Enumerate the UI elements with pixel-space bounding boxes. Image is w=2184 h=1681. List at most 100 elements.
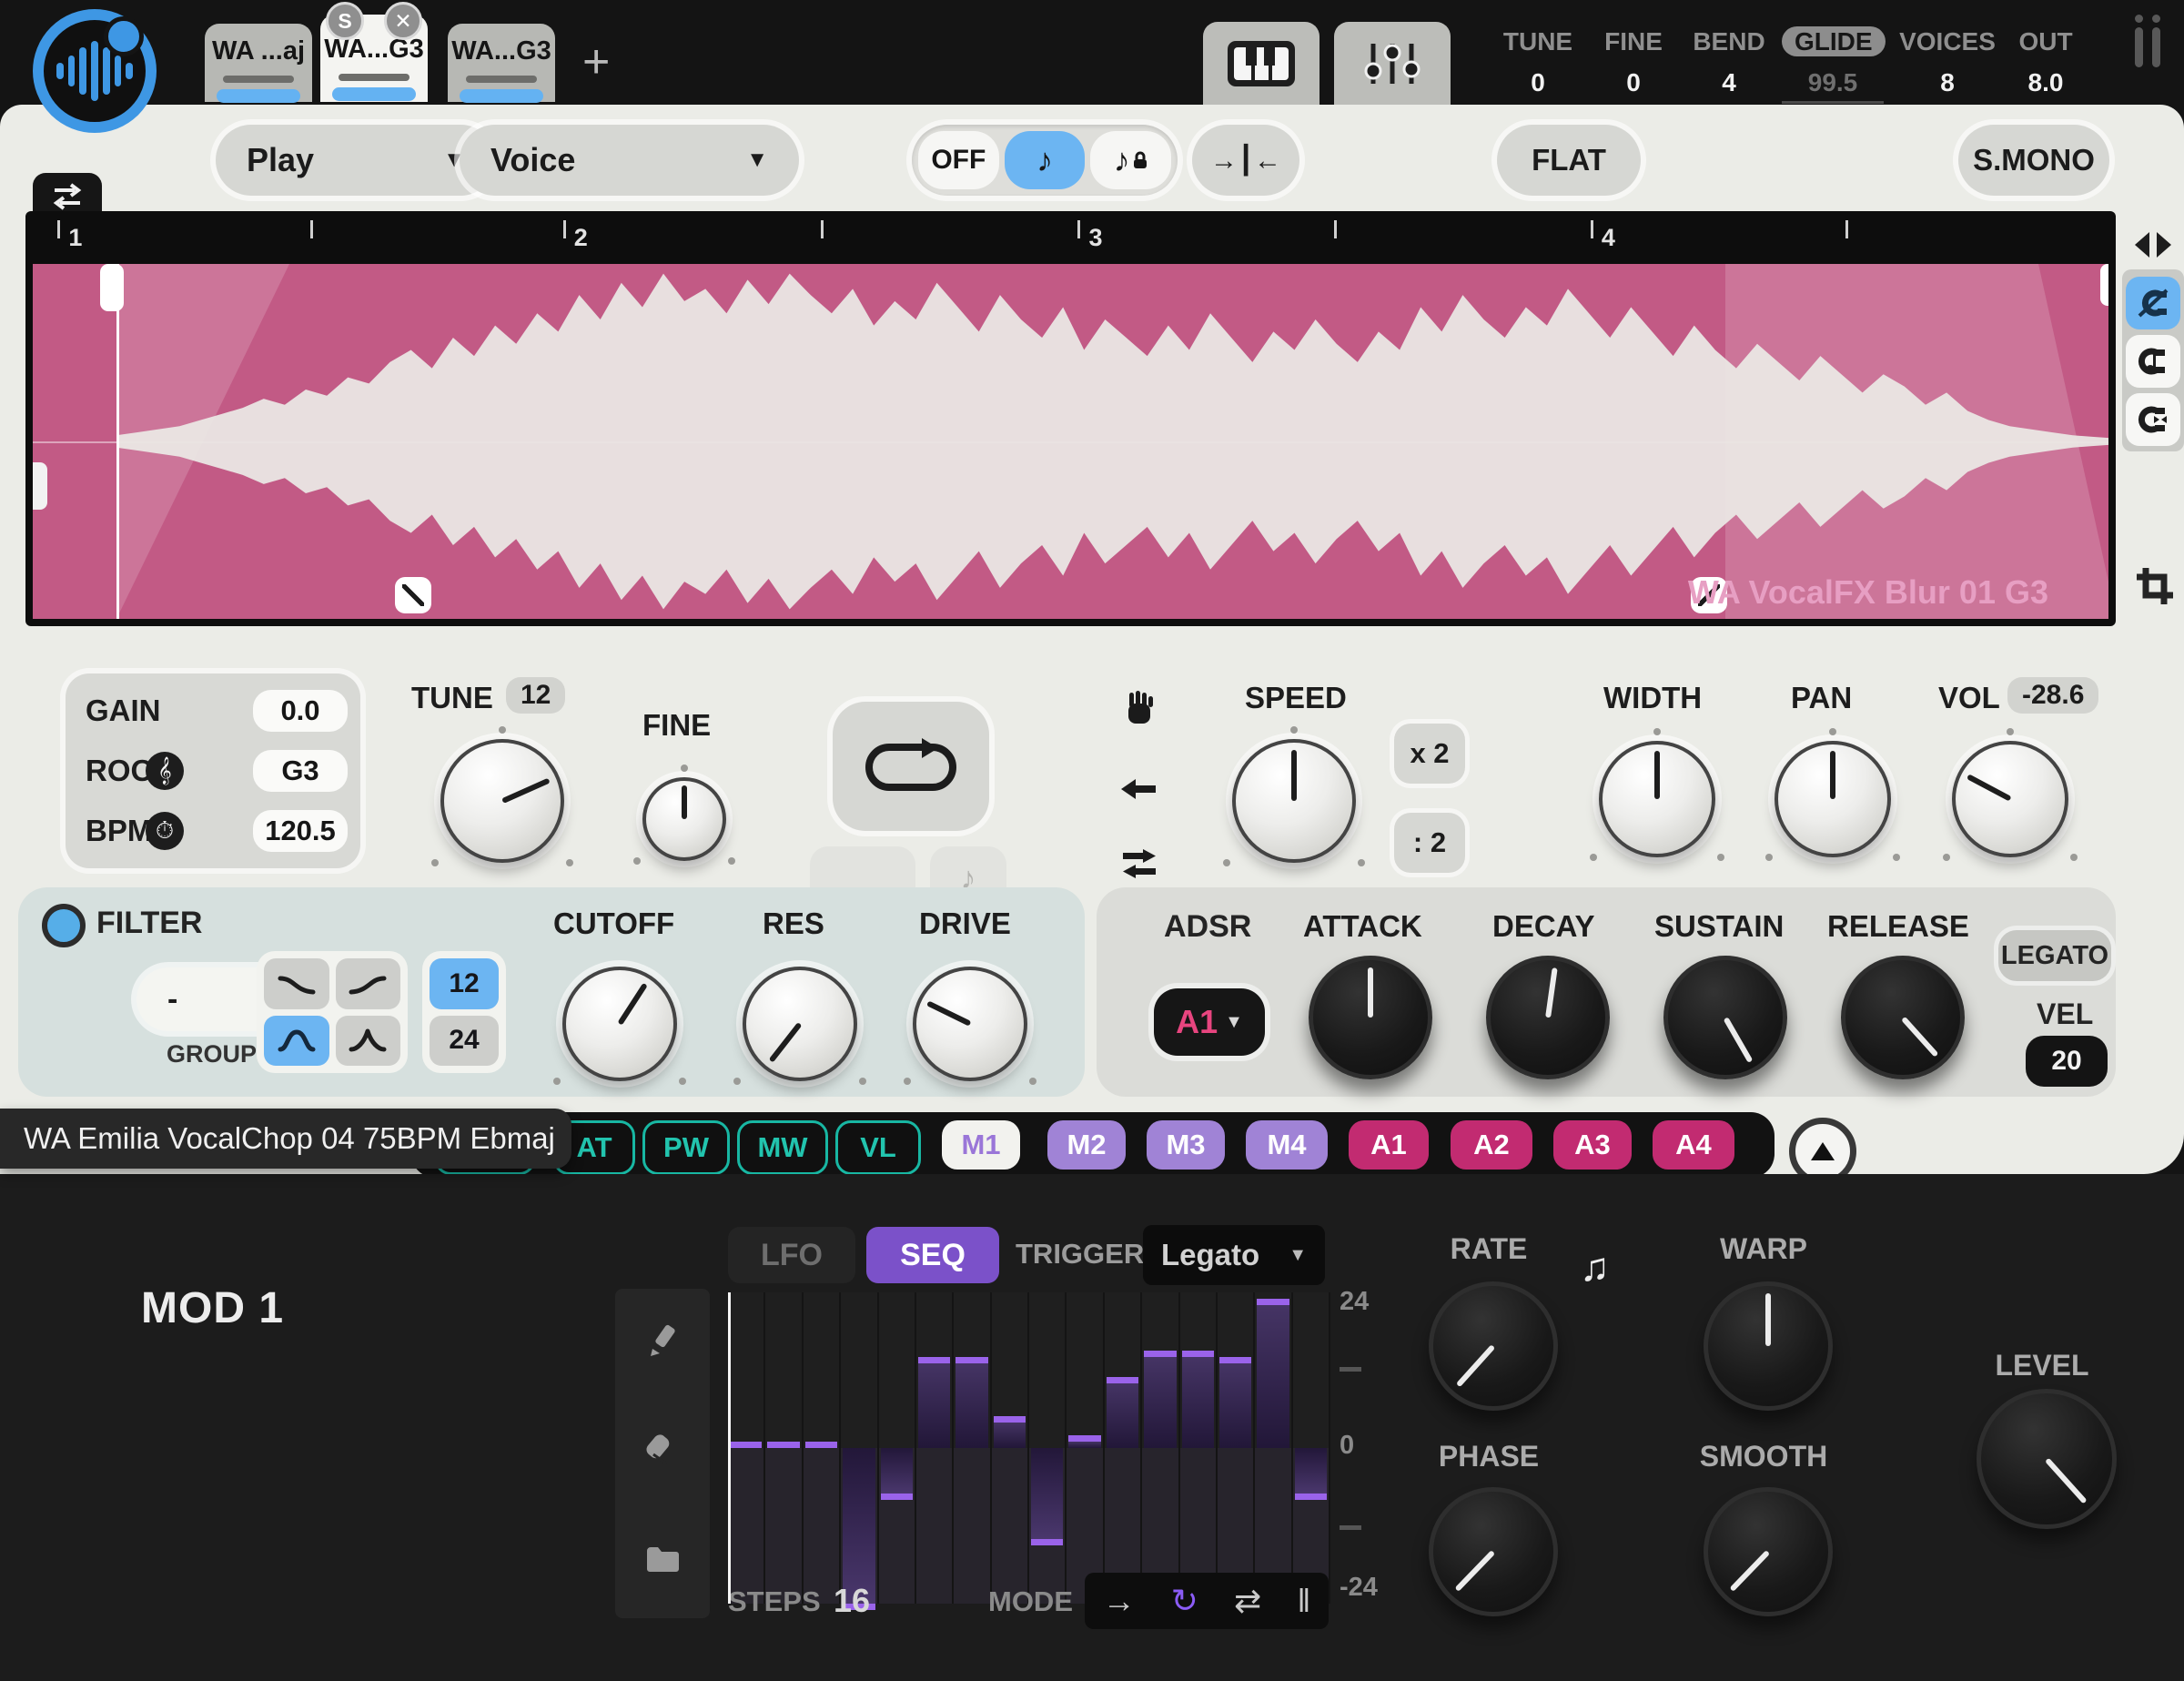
adsr-a1-button[interactable]: A1 bbox=[1349, 1120, 1429, 1170]
trigger-select[interactable]: Legato ▼ bbox=[1143, 1225, 1325, 1285]
macro-m1-button[interactable]: M1 bbox=[942, 1120, 1020, 1170]
snap-grid-button[interactable] bbox=[2126, 393, 2180, 446]
smono-button[interactable]: S.MONO bbox=[1958, 125, 2109, 196]
phase-knob[interactable] bbox=[1429, 1487, 1558, 1616]
adsr-a2-button[interactable]: A2 bbox=[1451, 1120, 1532, 1170]
selection-end-handle[interactable] bbox=[2100, 264, 2108, 306]
seq-step[interactable] bbox=[728, 1292, 765, 1604]
crop-button[interactable] bbox=[2129, 561, 2180, 612]
add-tab-button[interactable]: + bbox=[582, 35, 610, 89]
drive-knob[interactable] bbox=[913, 967, 1027, 1081]
horizontal-zoom-button[interactable] bbox=[2126, 224, 2180, 266]
waveform-editor[interactable]: 1234 WA VocalFX Blur 01 G3 bbox=[25, 211, 2116, 626]
global-glide[interactable]: GLIDE 99.5 bbox=[1782, 27, 1884, 104]
seq-step[interactable] bbox=[1067, 1292, 1104, 1604]
steps-value[interactable]: 16 bbox=[834, 1582, 870, 1620]
waveform-display[interactable]: WA VocalFX Blur 01 G3 bbox=[33, 264, 2108, 619]
erase-tool-button[interactable] bbox=[615, 1416, 710, 1480]
vol-value[interactable]: -28.6 bbox=[2007, 677, 2098, 714]
rate-knob[interactable] bbox=[1429, 1281, 1558, 1411]
mode-pingpong-icon[interactable]: ⇄ bbox=[1234, 1582, 1261, 1620]
adsr-preset-select[interactable]: A1 ▼ bbox=[1154, 988, 1265, 1056]
timeline-ruler[interactable]: 1234 bbox=[33, 217, 2108, 260]
load-shape-button[interactable] bbox=[615, 1527, 710, 1591]
cutoff-knob[interactable] bbox=[562, 967, 677, 1081]
snap-off-button[interactable] bbox=[2126, 277, 2180, 329]
gain-value[interactable]: 0.0 bbox=[253, 690, 348, 732]
solo-badge[interactable]: S bbox=[326, 2, 364, 40]
decay-knob[interactable] bbox=[1486, 956, 1610, 1079]
adsr-a4-button[interactable]: A4 bbox=[1653, 1120, 1734, 1170]
sync-note-button[interactable]: ♪ bbox=[1005, 131, 1086, 189]
seq-step[interactable] bbox=[841, 1292, 878, 1604]
global-fine[interactable]: FINE 0 bbox=[1598, 27, 1669, 97]
seq-step[interactable] bbox=[1142, 1292, 1179, 1604]
selection-start-handle[interactable] bbox=[100, 264, 124, 311]
seq-step[interactable] bbox=[879, 1292, 916, 1604]
seq-step[interactable] bbox=[1029, 1292, 1067, 1604]
snap-note-button[interactable] bbox=[2126, 335, 2180, 388]
tune-value[interactable]: 12 bbox=[506, 677, 565, 714]
slope-12-button[interactable]: 12 bbox=[430, 958, 499, 1009]
sample-tab-3[interactable]: WA...G3 bbox=[448, 24, 555, 102]
collapse-selection-button[interactable]: →┃← bbox=[1192, 125, 1299, 196]
seq-step[interactable] bbox=[1218, 1292, 1255, 1604]
vol-knob[interactable] bbox=[1952, 741, 2068, 857]
sustain-knob[interactable] bbox=[1663, 956, 1787, 1079]
vel-value[interactable]: 20 bbox=[2026, 1036, 2108, 1087]
release-knob[interactable] bbox=[1841, 956, 1965, 1079]
step-sequencer-grid[interactable] bbox=[728, 1292, 1330, 1604]
source-vl-button[interactable]: VL bbox=[835, 1120, 921, 1175]
bpm-row[interactable]: BPM ⏱ 120.5 bbox=[86, 806, 348, 856]
play-mode-select[interactable]: Play ▼ bbox=[216, 125, 496, 196]
tune-knob[interactable] bbox=[440, 739, 564, 863]
gain-row[interactable]: GAIN 0.0 bbox=[86, 686, 348, 735]
edge-marker-handle[interactable] bbox=[33, 462, 47, 510]
macro-m3-button[interactable]: M3 bbox=[1147, 1120, 1225, 1170]
tab-lfo[interactable]: LFO bbox=[728, 1227, 855, 1283]
seq-step[interactable] bbox=[1255, 1292, 1292, 1604]
width-knob[interactable] bbox=[1599, 741, 1715, 857]
warp-knob[interactable] bbox=[1704, 1281, 1833, 1411]
sync-off-button[interactable]: OFF bbox=[918, 131, 999, 189]
root-row[interactable]: ROOT 𝄞 G3 bbox=[86, 746, 348, 795]
sample-tab-1[interactable]: WA ...aj bbox=[205, 24, 312, 102]
grip-icon[interactable] bbox=[2135, 27, 2160, 67]
sync-note-lock-button[interactable]: ♪ bbox=[1090, 131, 1171, 189]
sample-tab-2-active[interactable]: S ✕ WA...G3 bbox=[320, 15, 428, 102]
global-bend[interactable]: BEND 4 bbox=[1689, 27, 1769, 97]
source-mw-button[interactable]: MW bbox=[737, 1120, 828, 1175]
source-pw-button[interactable]: PW bbox=[642, 1120, 730, 1175]
flat-button[interactable]: FLAT bbox=[1497, 125, 1641, 196]
filter-type-bandpass-button[interactable] bbox=[264, 1016, 329, 1067]
loop-button[interactable] bbox=[833, 702, 989, 831]
level-knob[interactable] bbox=[1977, 1389, 2117, 1529]
filter-type-notch-button[interactable] bbox=[336, 1016, 401, 1067]
voice-mode-select[interactable]: Voice ▼ bbox=[460, 125, 799, 196]
macro-m4-button[interactable]: M4 bbox=[1246, 1120, 1328, 1170]
play-mode-hand-button[interactable] bbox=[1107, 684, 1172, 734]
root-value[interactable]: G3 bbox=[253, 750, 348, 792]
keyboard-view-button[interactable] bbox=[1203, 22, 1320, 105]
selection-start-line[interactable] bbox=[116, 264, 119, 619]
macro-m2-button[interactable]: M2 bbox=[1047, 1120, 1126, 1170]
tab-seq[interactable]: SEQ bbox=[866, 1227, 999, 1283]
seq-step[interactable] bbox=[1180, 1292, 1218, 1604]
seq-step[interactable] bbox=[992, 1292, 1029, 1604]
fade-in-handle[interactable] bbox=[395, 577, 431, 613]
speed-half-button[interactable]: : 2 bbox=[1394, 813, 1465, 873]
pan-knob[interactable] bbox=[1774, 741, 1891, 857]
close-icon[interactable]: ✕ bbox=[384, 2, 422, 40]
mode-loop-icon[interactable]: ↻ bbox=[1171, 1582, 1198, 1620]
global-out[interactable]: OUT 8.0 bbox=[2009, 27, 2082, 97]
seq-step[interactable] bbox=[765, 1292, 803, 1604]
mode-forward-icon[interactable]: → bbox=[1103, 1582, 1136, 1620]
adsr-a3-button[interactable]: A3 bbox=[1553, 1120, 1632, 1170]
mixer-view-button[interactable] bbox=[1334, 22, 1451, 105]
res-knob[interactable] bbox=[743, 967, 857, 1081]
mode-hold-icon[interactable]: ‖ bbox=[1298, 1582, 1311, 1620]
seq-step[interactable] bbox=[916, 1292, 954, 1604]
seq-step[interactable] bbox=[1105, 1292, 1142, 1604]
fine-knob[interactable] bbox=[642, 777, 726, 861]
filter-type-lowpass-button[interactable] bbox=[264, 958, 329, 1009]
